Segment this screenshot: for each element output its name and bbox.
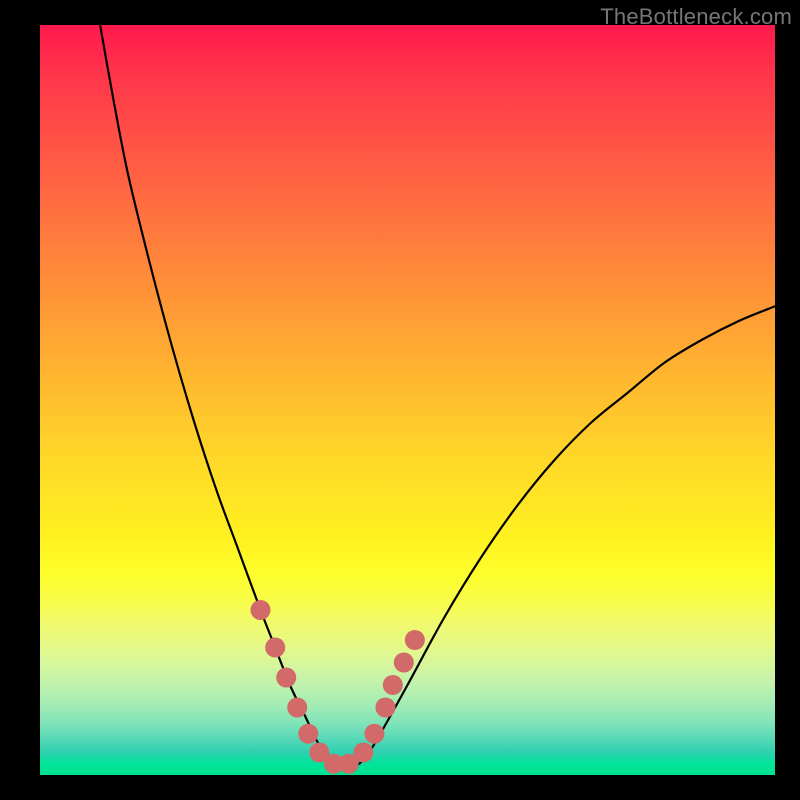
plot-area bbox=[40, 25, 775, 775]
curve-marker bbox=[265, 638, 285, 658]
curve-marker bbox=[383, 675, 403, 695]
curve-marker bbox=[405, 630, 425, 650]
curve-marker bbox=[287, 698, 307, 718]
curve-marker bbox=[251, 600, 271, 620]
curve-marker bbox=[364, 724, 384, 744]
curve-marker bbox=[394, 653, 414, 673]
watermark-text: TheBottleneck.com bbox=[600, 4, 792, 30]
curve-overlay bbox=[40, 25, 775, 775]
bottleneck-curve bbox=[99, 25, 775, 768]
curve-marker bbox=[375, 698, 395, 718]
curve-marker bbox=[276, 668, 296, 688]
curve-marker bbox=[353, 743, 373, 763]
chart-frame: TheBottleneck.com bbox=[0, 0, 800, 800]
curve-markers bbox=[251, 600, 425, 774]
curve-marker bbox=[298, 724, 318, 744]
